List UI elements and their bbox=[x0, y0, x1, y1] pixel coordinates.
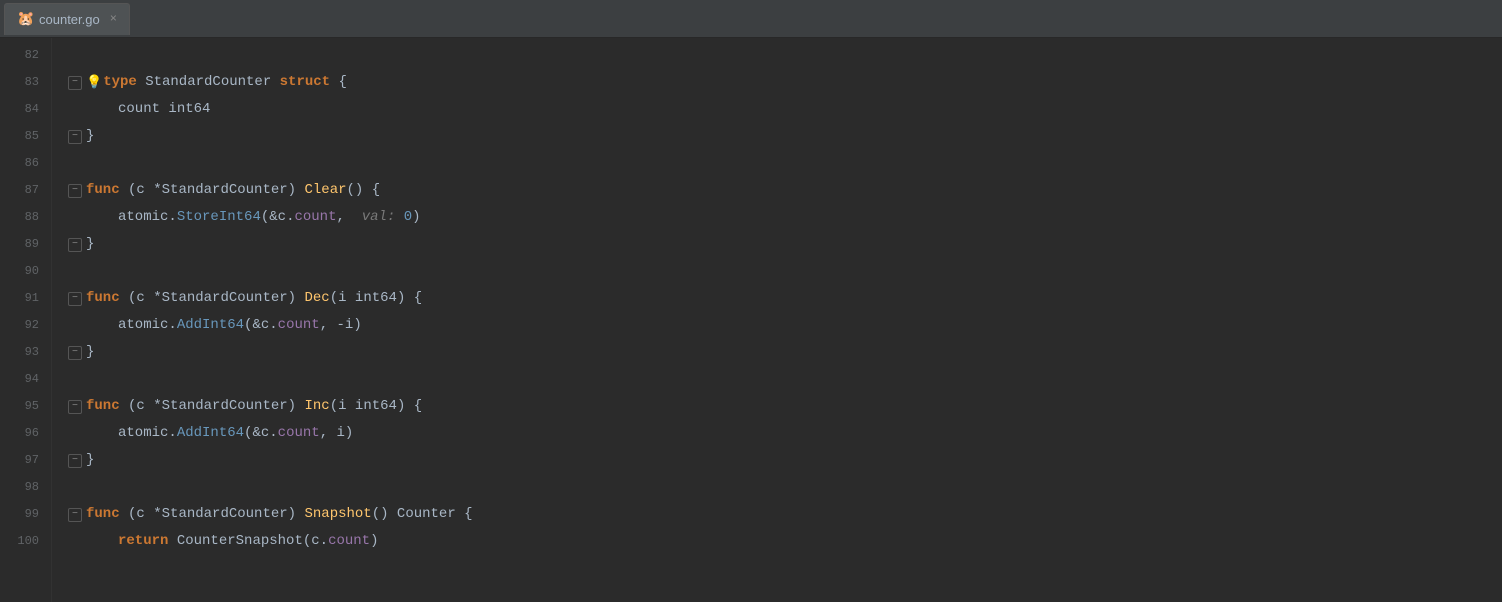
line-num-91: 91 bbox=[8, 285, 39, 312]
line-num-92: 92 bbox=[8, 312, 39, 339]
fold-marker-93[interactable]: − bbox=[68, 346, 82, 360]
bulb-icon-83: 💡 bbox=[86, 69, 102, 96]
line-num-96: 96 bbox=[8, 420, 39, 447]
code-line-90 bbox=[68, 258, 1502, 285]
code-line-97: − } bbox=[68, 447, 1502, 474]
line-num-93: 93 bbox=[8, 339, 39, 366]
line-num-97: 97 bbox=[8, 447, 39, 474]
code-line-92: atomic.AddInt64(&c.count, -i) bbox=[68, 312, 1502, 339]
fold-marker-85[interactable]: − bbox=[68, 130, 82, 144]
line-num-87: 87 bbox=[8, 177, 39, 204]
fold-marker-83[interactable]: − bbox=[68, 76, 82, 90]
line-num-88: 88 bbox=[8, 204, 39, 231]
line-num-99: 99 bbox=[8, 501, 39, 528]
fold-marker-95[interactable]: − bbox=[68, 400, 82, 414]
line-num-85: 85 bbox=[8, 123, 39, 150]
fold-marker-87[interactable]: − bbox=[68, 184, 82, 198]
code-line-88: atomic.StoreInt64(&c.count, val: 0) bbox=[68, 204, 1502, 231]
line-numbers: 82 83 84 85 86 87 88 89 90 91 92 93 94 9… bbox=[0, 38, 52, 602]
code-line-86 bbox=[68, 150, 1502, 177]
fold-marker-91[interactable]: − bbox=[68, 292, 82, 306]
code-line-82 bbox=[68, 42, 1502, 69]
line-num-94: 94 bbox=[8, 366, 39, 393]
fold-marker-99[interactable]: − bbox=[68, 508, 82, 522]
fold-marker-97[interactable]: − bbox=[68, 454, 82, 468]
line-num-86: 86 bbox=[8, 150, 39, 177]
editor-area: 82 83 84 85 86 87 88 89 90 91 92 93 94 9… bbox=[0, 38, 1502, 602]
tab-bar: 🐹 counter.go × bbox=[0, 0, 1502, 38]
line-num-89: 89 bbox=[8, 231, 39, 258]
code-line-91: − func (c *StandardCounter) Dec(i int64)… bbox=[68, 285, 1502, 312]
code-line-84: count int64 bbox=[68, 96, 1502, 123]
fold-marker-89[interactable]: − bbox=[68, 238, 82, 252]
line-num-82: 82 bbox=[8, 42, 39, 69]
code-line-100: return CounterSnapshot(c.count) bbox=[68, 528, 1502, 555]
code-line-85: − } bbox=[68, 123, 1502, 150]
code-line-96: atomic.AddInt64(&c.count, i) bbox=[68, 420, 1502, 447]
code-line-87: − func (c *StandardCounter) Clear() { bbox=[68, 177, 1502, 204]
code-line-94 bbox=[68, 366, 1502, 393]
tab-counter-go[interactable]: 🐹 counter.go × bbox=[4, 3, 130, 35]
line-num-95: 95 bbox=[8, 393, 39, 420]
code-line-83: − 💡 type StandardCounter struct { bbox=[68, 69, 1502, 96]
line-num-84: 84 bbox=[8, 96, 39, 123]
go-gopher-icon: 🐹 bbox=[17, 11, 33, 27]
code-line-93: − } bbox=[68, 339, 1502, 366]
line-num-83: 83 bbox=[8, 69, 39, 96]
code-line-89: − } bbox=[68, 231, 1502, 258]
code-line-98 bbox=[68, 474, 1502, 501]
line-num-90: 90 bbox=[8, 258, 39, 285]
code-line-95: − func (c *StandardCounter) Inc(i int64)… bbox=[68, 393, 1502, 420]
tab-close-button[interactable]: × bbox=[110, 12, 117, 26]
tab-label: counter.go bbox=[39, 12, 100, 27]
line-num-100: 100 bbox=[8, 528, 39, 555]
code-line-99: − func (c *StandardCounter) Snapshot() C… bbox=[68, 501, 1502, 528]
line-num-98: 98 bbox=[8, 474, 39, 501]
code-content[interactable]: − 💡 type StandardCounter struct { count … bbox=[52, 38, 1502, 602]
